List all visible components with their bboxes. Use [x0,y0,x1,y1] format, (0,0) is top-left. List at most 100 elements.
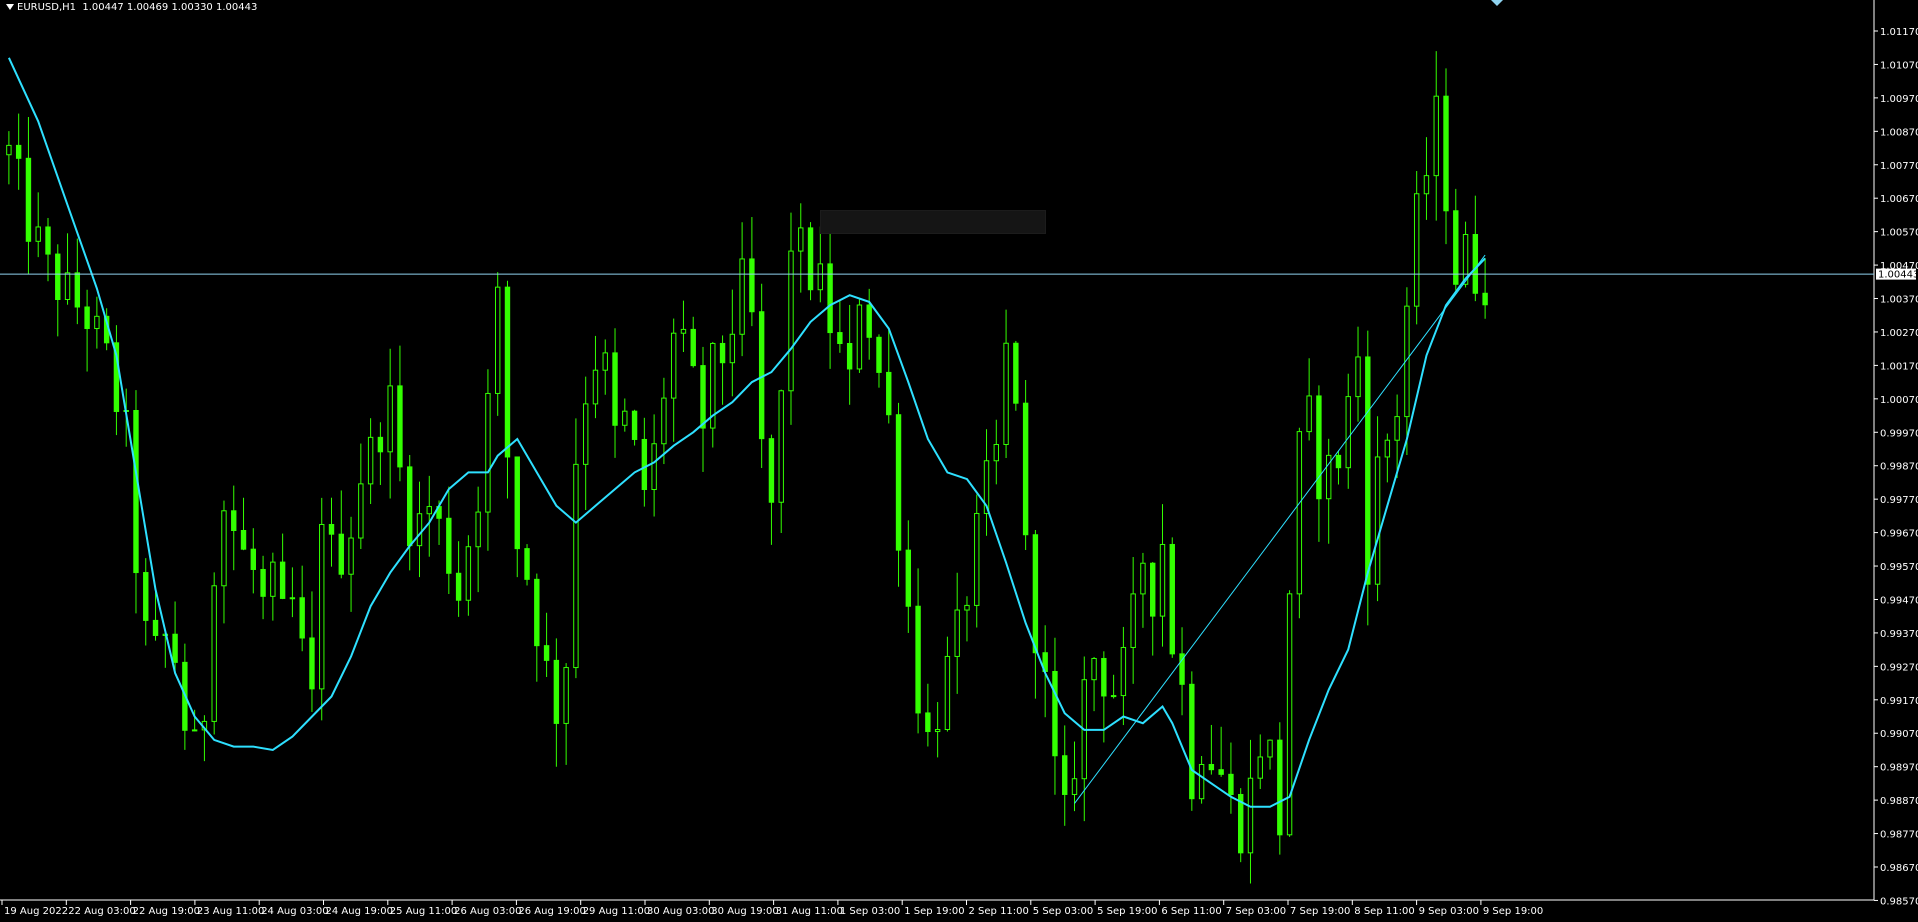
candle-body [1032,534,1039,654]
candle-body [504,286,511,458]
candle-body [465,546,472,601]
time-tick-label: 19 Aug 2022 [4,906,68,917]
price-tick-label: 0.99270 [1880,662,1918,673]
candle-body [807,227,814,291]
time-tick-label: 30 Aug 03:00 [647,906,714,917]
candle-body [964,604,970,611]
candle-body [768,438,775,503]
candle [1238,788,1244,863]
time-tick-label: 9 Sep 03:00 [1419,906,1479,917]
time-tick-label: 29 Aug 11:00 [583,906,650,917]
candle-body [1198,763,1205,800]
candle-body [1071,778,1078,795]
current-price-marker: 1.00443 [1876,268,1918,281]
candle-body [240,529,247,550]
candle-body [1159,543,1166,617]
candle-body [1110,695,1117,698]
candle-body [416,513,423,547]
candle-body [1433,95,1439,177]
price-tick-label: 1.00370 [1880,295,1918,306]
time-tick-label: 7 Sep 19:00 [1290,906,1350,917]
price-tick-label: 1.00970 [1880,94,1918,105]
candle-body [1355,356,1361,398]
price-chart[interactable]: 1.01170 1.01070 1.00970 1.00870 1.00770 1.006… [0,0,1918,922]
price-tick-label: 0.99670 [1880,529,1918,540]
ohlc-label: 1.00447 1.00469 1.00330 1.00443 [82,2,258,13]
time-tick-label: 7 Sep 03:00 [1226,906,1286,917]
chart-menu-icon[interactable] [6,4,14,10]
candle-body [1345,396,1351,469]
price-tick-label: 0.99170 [1880,696,1918,707]
candle-body [25,157,32,242]
candle-body [407,466,413,547]
candle-body [328,523,335,535]
candle-body [55,253,61,300]
candle-body [944,655,951,731]
candle-body [876,336,882,373]
time-tick-label: 25 Aug 11:00 [390,906,457,917]
candle-body [602,352,608,371]
candle-body [631,410,638,440]
price-tick-label: 0.99570 [1880,562,1918,573]
candle-body [680,328,687,334]
candle-body [1482,292,1488,306]
candle-body [289,597,296,600]
price-tick-label: 0.98770 [1880,830,1918,841]
candle-body [719,342,726,364]
candle-body [6,144,12,156]
candle [1286,590,1293,837]
candle-body [573,463,579,669]
candle-body [1316,395,1322,500]
candle-body [1394,416,1400,441]
time-tick-label: 5 Sep 19:00 [1097,906,1157,917]
candle-body [74,272,81,308]
candle-body [1277,739,1283,836]
candle-body [788,250,794,392]
candle-body [35,226,41,242]
candle [807,222,814,301]
candle-body [934,729,941,733]
candle-body [1013,342,1019,404]
candle-body [592,369,599,405]
candle-body [856,304,863,370]
candle-body [84,306,90,330]
price-tick-label: 0.98970 [1880,763,1918,774]
candle-body [1296,431,1303,595]
candle-body [1247,777,1254,854]
candle-body [1365,356,1371,585]
one-click-trading-panel[interactable] [820,210,1046,234]
candle-body [495,286,501,394]
time-tick-label: 22 Aug 19:00 [133,906,200,917]
price-tick-label: 1.01170 [1880,27,1918,38]
candle-body [1384,439,1391,458]
candle-body [211,585,217,722]
candle [1022,380,1029,551]
candle-body [1208,763,1215,771]
candle-body [221,510,227,587]
candle-body [866,304,872,338]
candle-body [1052,670,1058,757]
candle-body [670,332,677,399]
candle-body [231,510,237,531]
candle-body [1218,769,1224,775]
candle-body [837,332,843,344]
candle-body [954,609,960,657]
candle-body [651,443,657,491]
candle [1277,722,1283,855]
time-tick-label: 26 Aug 19:00 [518,906,585,917]
price-tick-label: 0.99470 [1880,595,1918,606]
candle-body [690,328,696,367]
candle-body [64,272,71,300]
candle-body [993,443,999,462]
candle [856,297,863,373]
time-tick-label: 24 Aug 19:00 [326,906,393,917]
candle-body [1453,210,1459,285]
time-tick-label: 24 Aug 03:00 [261,906,328,917]
candle-body [377,436,384,453]
candle-body [886,371,892,416]
candle-body [1413,193,1420,307]
price-tick-label: 0.99870 [1880,462,1918,473]
time-tick-label: 30 Aug 19:00 [711,906,778,917]
price-tick-label: 1.01070 [1880,60,1918,71]
candle-body [915,605,921,714]
